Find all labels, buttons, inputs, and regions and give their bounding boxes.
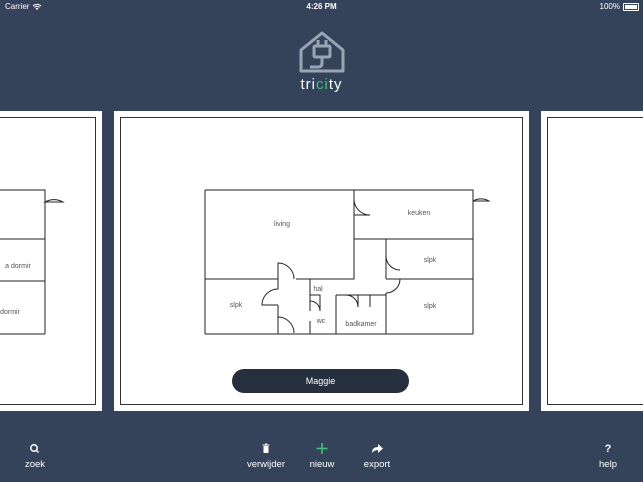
floorplan-card-previous[interactable]: a dormir dormir [0,111,102,411]
room-label-wc: wc [316,318,326,325]
floorplan-card-next[interactable] [541,111,643,411]
house-plug-icon [299,31,345,73]
room-label-living: living [274,221,290,228]
status-bar: Carrier 4:26 PM 100% [0,0,643,14]
export-button[interactable]: export [358,440,396,470]
room-label-slpk: slpk [424,303,437,310]
room-label: dormir [0,309,21,316]
help-button[interactable]: ? help [594,440,622,470]
bottom-toolbar: zoek verwijder nieuw export ? help [0,440,643,482]
battery-status: 100% [600,0,639,14]
delete-button[interactable]: verwijder [244,440,288,470]
search-label: zoek [24,459,46,470]
new-button[interactable]: nieuw [304,440,340,470]
new-label: nieuw [309,459,335,470]
delete-label: verwijder [246,459,285,470]
battery-percent: 100% [599,2,620,11]
room-label: a dormir [5,263,31,270]
export-label: export [363,459,391,470]
floorplan-name-button[interactable]: Maggie [232,369,409,393]
help-icon: ? [604,443,612,455]
room-label-slpk: slpk [424,257,437,264]
floorplan-card-current[interactable]: living keuken slpk slpk slpk hal wc badk… [114,111,529,411]
status-time: 4:26 PM [306,2,337,11]
trash-icon [262,443,270,453]
room-label-hal: hal [313,286,323,293]
search-button[interactable]: zoek [18,440,52,470]
room-label-keuken: keuken [408,210,431,217]
room-label-slpk: slpk [230,302,243,309]
floorplan-drawing: a dormir dormir [0,189,65,335]
plus-icon [316,443,328,454]
room-label-badkamer: badkamer [345,321,377,328]
brand-name: tricity [300,76,343,93]
help-label: help [599,459,617,470]
search-icon [30,444,40,454]
floorplan-drawing: living keuken slpk slpk slpk hal wc badk… [204,189,491,335]
share-icon [372,444,383,453]
battery-icon [623,3,639,11]
